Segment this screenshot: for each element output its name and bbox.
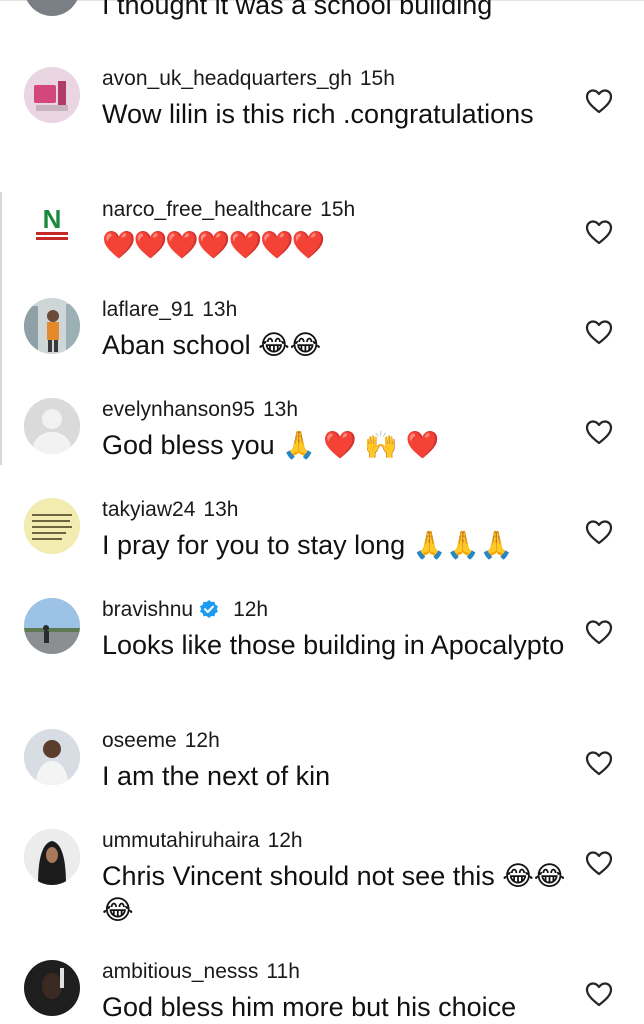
heart-outline-icon[interactable]	[584, 980, 614, 1008]
comment-meta: bravishnu 12h	[102, 594, 268, 626]
heart-outline-icon[interactable]	[584, 518, 614, 546]
comment-meta: evelynhanson95 13h	[102, 394, 298, 426]
avatar[interactable]	[24, 398, 80, 454]
comment-meta: laflare_91 13h	[102, 294, 237, 326]
heart-outline-icon[interactable]	[584, 849, 614, 877]
heart-outline-icon[interactable]	[584, 749, 614, 777]
comment-text: God bless you 🙏 ❤️ 🙌 ❤️	[102, 430, 440, 460]
timestamp: 11h	[266, 960, 300, 983]
timestamp: 15h	[359, 67, 395, 90]
comment-text: Chris Vincent should not see this 😂😂😂	[102, 861, 566, 925]
comment-meta: ummutahiruhaira 12h	[102, 825, 303, 857]
comment-text: God bless him more but his choice	[102, 992, 517, 1022]
svg-text:N: N	[43, 204, 62, 234]
comment-text: I thought it was a school building	[102, 0, 493, 20]
username[interactable]: evelynhanson95	[102, 398, 255, 421]
avatar[interactable]	[24, 829, 80, 885]
comment-text: ❤️❤️❤️❤️❤️❤️❤️	[102, 230, 325, 260]
heart-outline-icon[interactable]	[584, 218, 614, 246]
username[interactable]: ummutahiruhaira	[102, 829, 260, 852]
avatar[interactable]	[24, 960, 80, 1016]
comment-meta: takyiaw24 13h	[102, 494, 238, 526]
avatar[interactable]	[24, 67, 80, 123]
username[interactable]: takyiaw24	[102, 498, 195, 521]
username[interactable]: narco_free_healthcare	[102, 198, 312, 221]
avatar[interactable]	[24, 729, 80, 785]
comment-text: I am the next of kin	[102, 761, 331, 791]
scroll-edge	[0, 192, 2, 465]
username[interactable]: oseeme	[102, 729, 177, 752]
comment-meta: oseeme 12h	[102, 725, 220, 757]
timestamp: 12h	[184, 729, 220, 752]
comment-text: Looks like those building in Apocalypto	[102, 630, 565, 660]
comment-meta: narco_free_healthcare 15h	[102, 194, 355, 226]
comment-text: Aban school 😂😂	[102, 330, 322, 360]
timestamp: 13h	[203, 498, 239, 521]
timestamp: 13h	[262, 398, 299, 421]
username[interactable]: ambitious_nesss	[102, 960, 258, 983]
username[interactable]: laflare_91	[102, 298, 194, 321]
heart-outline-icon[interactable]	[584, 618, 614, 646]
verified-badge-icon	[200, 600, 219, 618]
avatar[interactable]	[24, 498, 80, 554]
avatar[interactable]	[24, 298, 80, 354]
heart-outline-icon[interactable]	[584, 318, 614, 346]
comment-meta: ambitious_nesss 11h	[102, 956, 300, 988]
avatar[interactable]	[24, 0, 80, 16]
username[interactable]: avon_uk_headquarters_gh	[102, 67, 352, 90]
avatar[interactable]: N	[24, 198, 80, 254]
heart-outline-icon[interactable]	[584, 87, 614, 115]
comment-meta: avon_uk_headquarters_gh 15h	[102, 63, 395, 95]
avatar[interactable]	[24, 598, 80, 654]
comment-text: Wow lilin is this rich .congratulations	[102, 99, 534, 129]
comment-text: I pray for you to stay long 🙏🙏🙏	[102, 530, 514, 560]
timestamp: 12h	[267, 829, 303, 852]
timestamp: 15h	[320, 198, 356, 221]
timestamp: 12h	[233, 598, 269, 621]
timestamp: 13h	[202, 298, 238, 321]
heart-outline-icon[interactable]	[584, 418, 614, 446]
username[interactable]: bravishnu	[102, 598, 193, 621]
